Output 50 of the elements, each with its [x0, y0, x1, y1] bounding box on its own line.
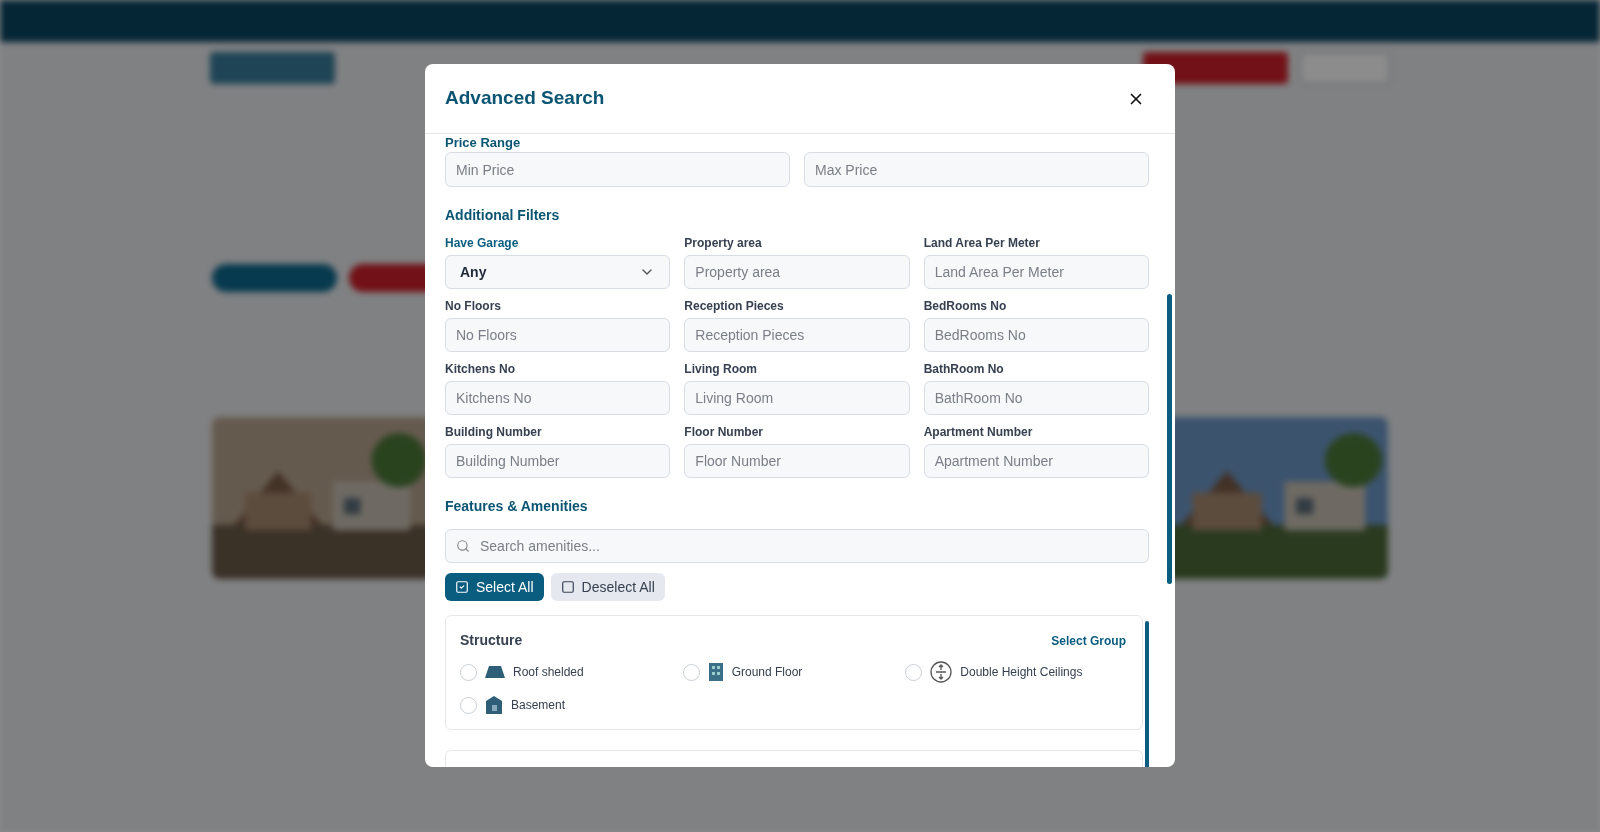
price-field[interactable]: Min Price [445, 152, 790, 187]
field-label: No Floors [445, 299, 502, 313]
empty-box-icon [560, 580, 575, 594]
text-field[interactable]: Reception Pieces [684, 318, 910, 352]
field-label: Kitchens No [445, 362, 516, 376]
building-icon [707, 662, 724, 682]
checkbox[interactable] [460, 696, 477, 714]
text-field[interactable]: Building Number [445, 444, 671, 478]
text-field[interactable]: No Floors [445, 318, 671, 352]
field-label: Floor Number [684, 425, 764, 439]
field-label: Land Area Per Meter [923, 236, 1041, 250]
amenity-option[interactable]: Roof shelded [460, 661, 683, 683]
dialog-title: Advanced Search [445, 86, 605, 111]
basement-icon [485, 695, 503, 715]
text-field[interactable]: Living Room [684, 381, 910, 415]
garage-select[interactable]: Any [445, 255, 671, 289]
amenity-option[interactable]: Double Height Ceilings [905, 661, 1128, 683]
checkbox[interactable] [682, 663, 700, 681]
field-label: BathRoom No [923, 362, 1005, 376]
checked-box-icon [455, 580, 469, 594]
roof-icon [485, 665, 505, 679]
field-label: Building Number [445, 425, 543, 439]
select-group-link[interactable]: Select Group [1051, 631, 1126, 650]
field-label: Reception Pieces [684, 299, 785, 313]
field-label: Property area [684, 236, 763, 250]
field-label: Have Garage [445, 236, 520, 250]
section-heading: Price Range [445, 135, 522, 151]
amenity-option[interactable]: Basement [460, 695, 683, 715]
text-field[interactable]: Apartment Number [923, 444, 1149, 478]
text-field[interactable]: Kitchens No [445, 381, 671, 415]
text-field[interactable]: Property area [684, 255, 910, 289]
search-icon [456, 539, 470, 553]
section-heading: Additional Filters [445, 206, 561, 225]
price-field[interactable]: Max Price [804, 152, 1149, 187]
text-field[interactable]: Land Area Per Meter [923, 255, 1149, 289]
text-field[interactable]: Floor Number [684, 444, 910, 478]
field-label: Living Room [684, 362, 758, 376]
amenity-option[interactable]: Ground Floor [682, 661, 906, 683]
checkbox[interactable] [460, 663, 477, 681]
checkbox[interactable] [905, 663, 923, 681]
deselect-all-button[interactable]: Deselect All [550, 573, 665, 601]
text-field[interactable]: BedRooms No [923, 318, 1149, 352]
amenities-search-field[interactable]: Search amenities... [445, 529, 1149, 563]
field-label: BedRooms No [923, 299, 1008, 313]
field-label: Apartment Number [923, 425, 1034, 439]
group-title: Structure [460, 631, 523, 650]
select-all-button[interactable]: Select All [445, 573, 544, 601]
text-field[interactable]: BathRoom No [923, 381, 1149, 415]
section-heading: Features & Amenities [445, 497, 589, 516]
ceiling-height-icon [930, 661, 953, 683]
